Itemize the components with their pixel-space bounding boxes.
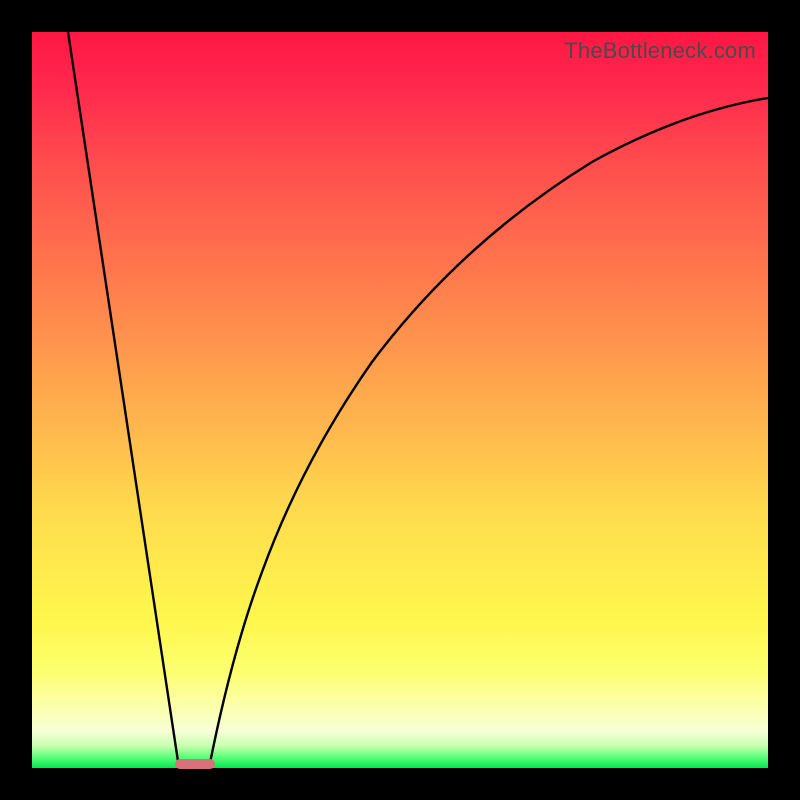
curve-left-branch (68, 32, 179, 768)
chart-frame: TheBottleneck.com (0, 0, 800, 800)
minimum-marker (175, 759, 215, 769)
chart-plot-area: TheBottleneck.com (32, 32, 768, 768)
curve-right-branch (209, 98, 768, 768)
bottleneck-curve (32, 32, 768, 768)
